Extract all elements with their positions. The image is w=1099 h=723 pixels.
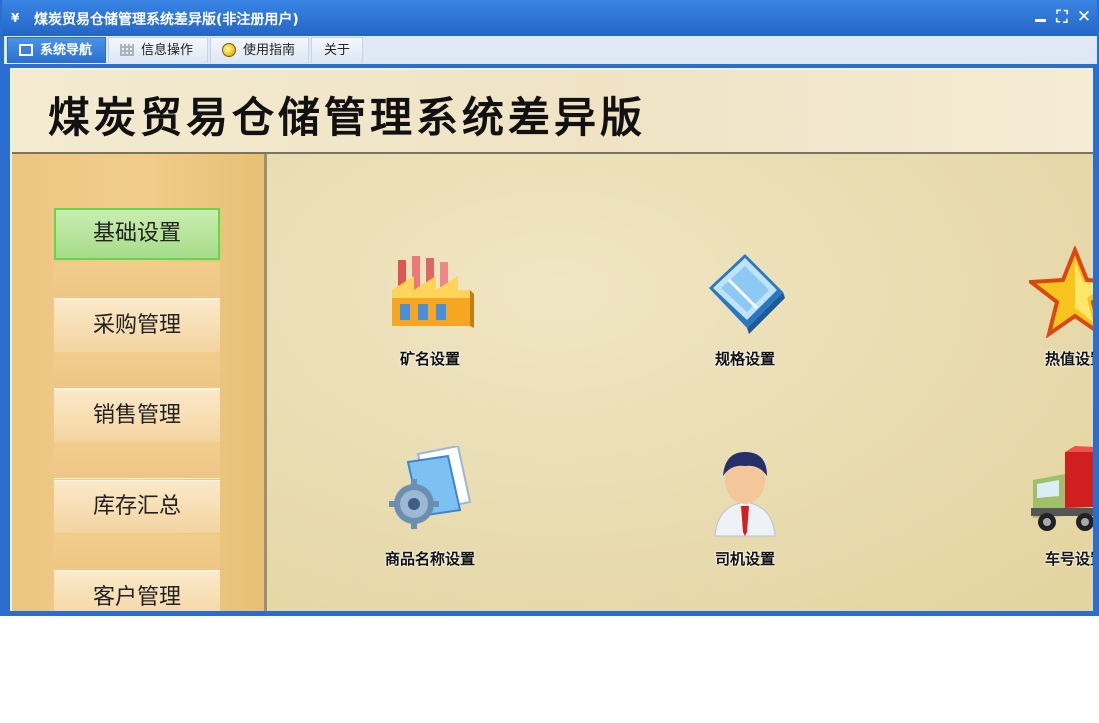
star-icon — [1029, 246, 1093, 338]
tile-label: 商品名称设置 — [384, 550, 475, 568]
book-icon — [709, 254, 785, 334]
close-icon[interactable]: ✕ — [1075, 8, 1093, 26]
tile-driver-settings[interactable]: 司机设置 — [675, 446, 815, 576]
tab-user-guide[interactable]: 使用指南 — [210, 37, 309, 63]
tab-label: 信息操作 — [141, 43, 194, 58]
truck-icon — [1031, 446, 1093, 531]
title-bar[interactable]: ¥ 煤炭贸易仓储管理系统差异版(非注册用户) ⛶ ✕ — [2, 0, 1097, 36]
banner-title: 煤炭贸易仓储管理系统差异版 — [48, 93, 647, 142]
sidebar-divider — [54, 352, 220, 389]
sidebar-item-customers[interactable]: 客户管理 — [54, 571, 220, 611]
banner: 煤炭贸易仓储管理系统差异版 — [12, 70, 1093, 154]
tile-vehicle-number-settings[interactable]: 车号设置 — [1005, 446, 1093, 576]
tile-product-name-settings[interactable]: 商品名称设置 — [360, 446, 500, 576]
tile-label: 车号设置 — [1044, 550, 1093, 568]
sidebar-divider — [54, 442, 220, 479]
tile-label: 司机设置 — [714, 550, 775, 568]
sidebar-item-basic-settings[interactable]: 基础设置 — [54, 208, 220, 260]
sidebar-item-purchase[interactable]: 采购管理 — [54, 299, 220, 352]
monitor-icon — [19, 44, 33, 56]
bulb-icon — [222, 43, 236, 57]
app-window: ¥ 煤炭贸易仓储管理系统差异版(非注册用户) ⛶ ✕ 系统导航 信息操作 使用指… — [0, 0, 1099, 616]
menu-bar: 系统导航 信息操作 使用指南 关于 — [4, 36, 1097, 64]
tile-spec-settings[interactable]: 规格设置 — [675, 246, 815, 376]
tab-info-operation[interactable]: 信息操作 — [108, 37, 208, 63]
sidebar: 基础设置 采购管理 销售管理 库存汇总 客户管理 — [12, 154, 267, 611]
sidebar-divider — [54, 534, 220, 571]
tile-label: 矿名设置 — [399, 350, 460, 368]
minimize-icon[interactable] — [1032, 8, 1050, 26]
document-gear-icon — [389, 446, 472, 529]
tab-system-navigation[interactable]: 系统导航 — [7, 37, 106, 63]
person-icon — [714, 452, 776, 537]
restore-icon[interactable]: ⛶ — [1053, 8, 1071, 26]
tab-about[interactable]: 关于 — [311, 37, 363, 63]
main-panel: 矿名设置 规格设置 热值设置 — [267, 154, 1093, 611]
sidebar-divider — [54, 262, 220, 299]
factory-icon — [392, 256, 474, 328]
content-area: 煤炭贸易仓储管理系统差异版 基础设置 采购管理 销售管理 库存汇总 客户管理 矿… — [10, 68, 1093, 611]
tab-label: 使用指南 — [243, 43, 296, 58]
tile-label: 热值设置 — [1044, 350, 1093, 368]
tile-label: 规格设置 — [714, 350, 775, 368]
sidebar-item-inventory[interactable]: 库存汇总 — [54, 480, 220, 533]
sidebar-item-sales[interactable]: 销售管理 — [54, 389, 220, 442]
app-logo-icon: ¥ — [11, 11, 20, 25]
grid-icon — [120, 44, 134, 56]
window-title: 煤炭贸易仓储管理系统差异版(非注册用户) — [34, 12, 299, 28]
tile-mine-name-settings[interactable]: 矿名设置 — [360, 246, 500, 376]
tile-calorific-settings[interactable]: 热值设置 — [1005, 246, 1093, 376]
tab-label: 系统导航 — [40, 43, 93, 58]
tab-label: 关于 — [324, 43, 351, 58]
